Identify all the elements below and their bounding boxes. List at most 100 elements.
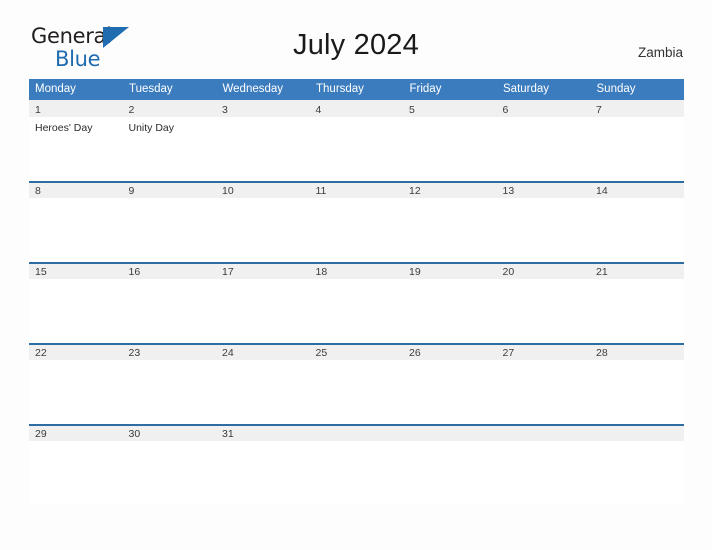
day-event xyxy=(310,117,404,122)
calendar-day-cell[interactable]: 17 xyxy=(216,262,310,343)
calendar-day-cell[interactable]: 7 xyxy=(590,100,684,181)
day-number xyxy=(497,426,591,428)
day-number: 8 xyxy=(35,185,41,197)
calendar-day-cell[interactable]: 6 xyxy=(496,100,591,181)
calendar-day-cell[interactable]: 16 xyxy=(122,262,217,343)
weekday-header-friday: Friday xyxy=(403,79,497,100)
day-event xyxy=(403,360,497,365)
day-number: 7 xyxy=(596,104,602,116)
day-event xyxy=(403,198,497,203)
calendar-day-cell[interactable]: 8 xyxy=(29,181,123,262)
day-number xyxy=(590,426,684,428)
day-number: 27 xyxy=(502,347,515,359)
calendar-week-row: 1 Heroes' Day 2 Unity Day 3 4 5 6 7 xyxy=(29,100,684,181)
calendar-day-cell[interactable]: 29 xyxy=(29,424,123,505)
calendar-day-cell[interactable]: 19 xyxy=(403,262,497,343)
calendar-day-cell[interactable]: 1 Heroes' Day xyxy=(29,100,123,181)
calendar-day-cell[interactable]: 23 xyxy=(122,343,217,424)
day-event xyxy=(310,198,404,203)
calendar-day-cell[interactable]: 28 xyxy=(590,343,684,424)
calendar-day-cell[interactable]: 20 xyxy=(496,262,591,343)
calendar-day-cell[interactable]: 30 xyxy=(122,424,216,505)
weekday-header-monday: Monday xyxy=(29,79,123,100)
day-event xyxy=(403,441,497,446)
day-number: 12 xyxy=(409,185,421,197)
day-number: 30 xyxy=(128,428,141,440)
calendar-day-cell[interactable] xyxy=(309,424,404,505)
day-event xyxy=(29,198,123,203)
calendar-day-cell[interactable]: 24 xyxy=(216,343,310,424)
day-event xyxy=(123,198,217,203)
weekday-header-row: Monday Tuesday Wednesday Thursday Friday… xyxy=(29,79,684,100)
day-event xyxy=(123,279,217,284)
day-event xyxy=(216,198,310,203)
calendar-week-row: 29 30 31 xyxy=(29,424,684,505)
day-number: 19 xyxy=(409,266,421,278)
calendar-week-row: 15 16 17 18 19 20 21 xyxy=(29,262,684,343)
day-number: 20 xyxy=(502,266,515,278)
page-header: General Blue July 2024 Zambia xyxy=(0,0,712,70)
calendar-day-cell[interactable]: 26 xyxy=(403,343,497,424)
day-event xyxy=(216,117,310,122)
calendar-day-cell[interactable]: 11 xyxy=(309,181,404,262)
calendar-day-cell[interactable]: 27 xyxy=(496,343,591,424)
calendar-day-cell[interactable]: 5 xyxy=(403,100,497,181)
weekday-header-saturday: Saturday xyxy=(496,79,591,100)
day-event xyxy=(123,360,217,365)
day-number: 31 xyxy=(222,428,234,440)
calendar-day-cell[interactable] xyxy=(403,424,497,505)
day-event xyxy=(29,441,123,446)
day-event xyxy=(590,279,684,284)
calendar-day-cell[interactable] xyxy=(590,424,684,505)
day-number: 2 xyxy=(128,104,135,116)
day-event xyxy=(497,441,591,446)
calendar-day-cell[interactable]: 21 xyxy=(590,262,684,343)
day-number: 3 xyxy=(222,104,228,116)
day-number: 26 xyxy=(409,347,421,359)
calendar-header-row: Monday Tuesday Wednesday Thursday Friday… xyxy=(29,79,684,100)
day-event xyxy=(497,279,591,284)
calendar-day-cell[interactable]: 31 xyxy=(216,424,310,505)
calendar-day-cell[interactable]: 15 xyxy=(29,262,123,343)
calendar-day-cell[interactable] xyxy=(496,424,591,505)
day-event xyxy=(310,441,404,446)
calendar-day-cell[interactable]: 22 xyxy=(29,343,123,424)
calendar-day-cell[interactable]: 9 xyxy=(122,181,217,262)
day-event: Unity Day xyxy=(128,122,175,134)
day-number: 29 xyxy=(35,428,47,440)
day-number: 6 xyxy=(502,104,509,116)
calendar-day-cell[interactable]: 3 xyxy=(216,100,310,181)
page-title: July 2024 xyxy=(293,29,419,61)
day-event xyxy=(497,198,591,203)
day-event xyxy=(310,360,404,365)
weekday-header-thursday: Thursday xyxy=(309,79,404,100)
day-event xyxy=(216,279,310,284)
day-event xyxy=(497,360,591,365)
day-number: 28 xyxy=(596,347,608,359)
day-number xyxy=(403,426,497,428)
calendar-day-cell[interactable]: 25 xyxy=(309,343,404,424)
day-event xyxy=(310,279,404,284)
calendar-table: Monday Tuesday Wednesday Thursday Friday… xyxy=(29,79,684,505)
day-number: 18 xyxy=(315,266,328,278)
day-number: 14 xyxy=(596,185,608,197)
day-event xyxy=(29,279,123,284)
day-number: 13 xyxy=(502,185,515,197)
day-event xyxy=(29,360,123,365)
day-event xyxy=(590,360,684,365)
day-number: 9 xyxy=(128,185,135,197)
day-number: 11 xyxy=(315,185,327,197)
calendar-day-cell[interactable]: 12 xyxy=(403,181,497,262)
calendar-day-cell[interactable]: 14 xyxy=(590,181,684,262)
calendar-day-cell[interactable]: 2 Unity Day xyxy=(122,100,216,181)
calendar-day-cell[interactable]: 4 xyxy=(309,100,404,181)
day-number: 23 xyxy=(128,347,141,359)
calendar-day-cell[interactable]: 18 xyxy=(309,262,404,343)
day-number: 4 xyxy=(315,104,322,116)
day-number: 16 xyxy=(128,266,141,278)
day-number: 22 xyxy=(35,347,47,359)
calendar-day-cell[interactable]: 13 xyxy=(496,181,591,262)
calendar-body: 1 Heroes' Day 2 Unity Day 3 4 5 6 7 8 9 10… xyxy=(29,100,684,505)
calendar-day-cell[interactable]: 10 xyxy=(216,181,310,262)
day-event xyxy=(497,117,591,122)
